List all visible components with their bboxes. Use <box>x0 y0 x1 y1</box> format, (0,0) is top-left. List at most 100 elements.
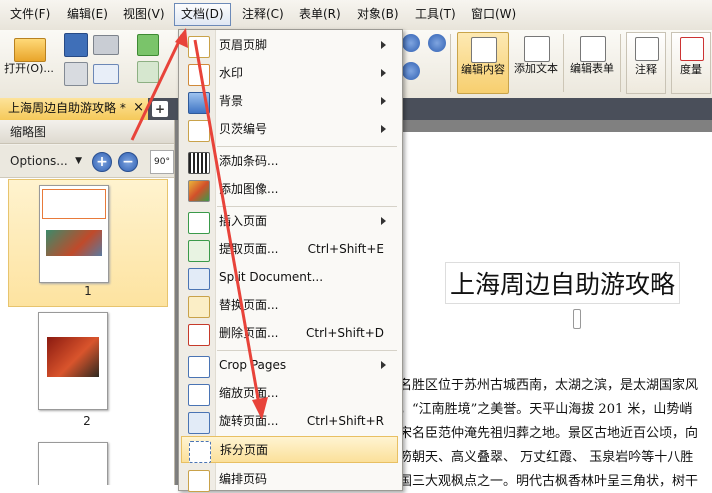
menu-item-delete-pages[interactable]: 删除页面... Ctrl+Shift+D <box>181 320 398 347</box>
print-icon[interactable] <box>64 62 88 86</box>
menu-item-split-pages[interactable]: 拆分页面 <box>181 436 398 463</box>
body-text-line: 笏朝天、高义叠翠、 万丈红霞、 玉泉岩吟等十八胜 <box>399 450 694 465</box>
scan-icon[interactable] <box>93 35 119 55</box>
menu-document[interactable]: 文档(D) <box>174 3 231 26</box>
watermark-icon <box>188 64 210 86</box>
menu-item-scale-pages[interactable]: 缩放页面... <box>181 380 398 407</box>
panel-toolbar: Options... ▼ + − 90° <box>0 145 174 178</box>
form-icon <box>580 36 606 62</box>
menu-edit[interactable]: 编辑(E) <box>61 4 114 25</box>
add-text-icon <box>524 36 550 62</box>
replace-page-icon <box>188 296 210 318</box>
new-tab-button[interactable]: + <box>152 101 168 117</box>
menu-object[interactable]: 对象(B) <box>351 4 405 25</box>
page-thumbnail <box>38 312 108 410</box>
menu-item-label: 添加条码... <box>219 154 279 168</box>
document-tab[interactable]: 上海周边自助游攻略 * × <box>0 98 148 120</box>
menu-item-label: 水印 <box>219 66 244 80</box>
save-icon[interactable] <box>64 33 88 57</box>
menu-item-extract-pages[interactable]: 提取页面... Ctrl+Shift+E <box>181 236 398 263</box>
header-footer-icon <box>188 36 210 58</box>
zoom-out-icon[interactable] <box>428 34 446 52</box>
thumbnail-item[interactable]: 2 <box>8 310 166 436</box>
menu-item-watermark[interactable]: 水印 <box>181 60 398 87</box>
rotate-90-button[interactable]: 90° <box>150 150 174 174</box>
menu-comment[interactable]: 注释(C) <box>236 4 290 25</box>
edit-text-icon <box>471 37 497 63</box>
menu-separator <box>217 350 397 351</box>
submenu-arrow-icon <box>381 361 386 369</box>
fit-page-icon[interactable] <box>402 62 420 80</box>
edit-form-button[interactable]: 编辑表单 <box>566 32 618 92</box>
submenu-arrow-icon <box>381 217 386 225</box>
panel-title: 缩略图 <box>0 120 174 144</box>
comment-icon <box>635 37 659 61</box>
menu-item-split-document[interactable]: Split Document... <box>181 264 398 291</box>
forward-page-icon[interactable] <box>137 61 159 83</box>
scale-page-icon <box>188 384 210 406</box>
menu-item-label: 编排页码 <box>219 472 268 486</box>
ribbon-separator <box>620 34 621 92</box>
add-text-button[interactable]: 添加文本 <box>510 32 562 92</box>
measure-button[interactable]: 度量 <box>671 32 711 94</box>
menu-view[interactable]: 视图(V) <box>117 4 171 25</box>
bates-numbering-icon <box>188 120 210 142</box>
thumb-zoom-out-button[interactable]: − <box>118 152 138 172</box>
menu-file[interactable]: 文件(F) <box>4 4 56 25</box>
menu-tools[interactable]: 工具(T) <box>409 4 462 25</box>
menu-item-background[interactable]: 背景 <box>181 88 398 115</box>
menu-item-add-image[interactable]: 添加图像... <box>181 176 398 203</box>
menu-item-renumber-pages[interactable]: 编排页码 <box>181 466 398 493</box>
menu-item-label: Split Document... <box>219 270 324 284</box>
menu-window[interactable]: 窗口(W) <box>465 4 522 25</box>
open-button[interactable]: 打开(O)... <box>2 32 56 94</box>
comment-button[interactable]: 注释 <box>626 32 666 94</box>
menu-item-label: 提取页面... <box>219 242 279 256</box>
insert-page-icon <box>188 212 210 234</box>
menu-item-insert-page[interactable]: 插入页面 <box>181 208 398 235</box>
open-label: 打开(O)... <box>4 62 54 75</box>
menu-item-bates-numbering[interactable]: 贝茨编号 <box>181 116 398 143</box>
edit-content-button[interactable]: 编辑内容 <box>457 32 509 94</box>
text-cursor-box <box>573 309 581 329</box>
menu-item-rotate-pages[interactable]: 旋转页面... Ctrl+Shift+R <box>181 408 398 435</box>
comment-label: 注释 <box>635 63 657 76</box>
menu-item-label: 背景 <box>219 94 244 108</box>
menu-item-replace-pages[interactable]: 替换页面... <box>181 292 398 319</box>
thumb-photo <box>46 230 102 256</box>
page-number: 2 <box>83 414 91 428</box>
menu-item-header-footer[interactable]: 页眉页脚 <box>181 32 398 59</box>
menu-item-label: 贝茨编号 <box>219 122 268 136</box>
thumbnail-item[interactable]: 1 <box>8 179 168 307</box>
zoom-in-icon[interactable] <box>402 34 420 52</box>
back-arrow-icon[interactable] <box>137 34 159 56</box>
menu-separator <box>217 146 397 147</box>
thumb-zoom-in-button[interactable]: + <box>92 152 112 172</box>
crop-icon <box>188 356 210 378</box>
document-page: 上海周边自助游攻略 名胜区位于苏州古城西南，太湖之滨，是太湖国家风 ，“江南胜境… <box>399 132 712 489</box>
folder-icon <box>14 38 46 62</box>
body-text-line: 国三大观枫点之一。明代古枫香林叶呈三角状，树干 <box>399 474 699 489</box>
menu-item-add-barcode[interactable]: 添加条码... <box>181 148 398 175</box>
rotate-page-icon <box>188 412 210 434</box>
close-tab-icon[interactable]: × <box>133 98 144 118</box>
menu-item-crop-pages[interactable]: Crop Pages <box>181 352 398 379</box>
measure-icon <box>680 37 704 61</box>
thumbnail-item[interactable] <box>8 440 166 485</box>
email-icon[interactable] <box>93 64 119 84</box>
edit-form-label: 编辑表单 <box>570 62 614 75</box>
menu-item-label: 替换页面... <box>219 298 279 312</box>
menu-separator <box>217 206 397 207</box>
menu-form[interactable]: 表单(R) <box>293 4 347 25</box>
options-dropdown[interactable]: Options... ▼ <box>6 151 84 171</box>
submenu-arrow-icon <box>381 125 386 133</box>
extract-page-icon <box>188 240 210 262</box>
submenu-arrow-icon <box>381 69 386 77</box>
ribbon-separator <box>563 34 564 92</box>
split-page-icon <box>189 441 211 463</box>
document-tab-label: 上海周边自助游攻略 * <box>8 101 126 115</box>
add-text-label: 添加文本 <box>514 62 558 75</box>
document-title[interactable]: 上海周边自助游攻略 <box>445 262 681 304</box>
submenu-arrow-icon <box>381 97 386 105</box>
renumber-page-icon <box>188 470 210 492</box>
